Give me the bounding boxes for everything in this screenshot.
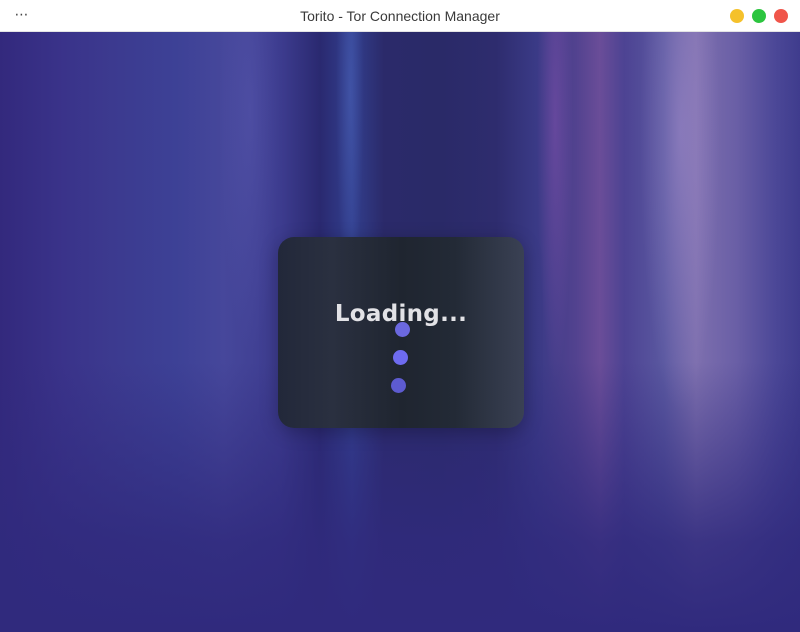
loading-dot — [391, 378, 406, 393]
app-window: ⋯ Torito - Tor Connection Manager Loadin… — [0, 0, 800, 632]
minimize-button[interactable] — [730, 9, 744, 23]
title-bar: ⋯ Torito - Tor Connection Manager — [0, 0, 800, 32]
app-background: Loading... — [0, 32, 800, 632]
loading-dot — [393, 350, 408, 365]
maximize-button[interactable] — [752, 9, 766, 23]
close-button[interactable] — [774, 9, 788, 23]
loading-dot — [395, 322, 410, 337]
window-controls — [730, 9, 788, 23]
loading-dialog: Loading... — [278, 237, 524, 428]
window-title: Torito - Tor Connection Manager — [300, 8, 500, 24]
